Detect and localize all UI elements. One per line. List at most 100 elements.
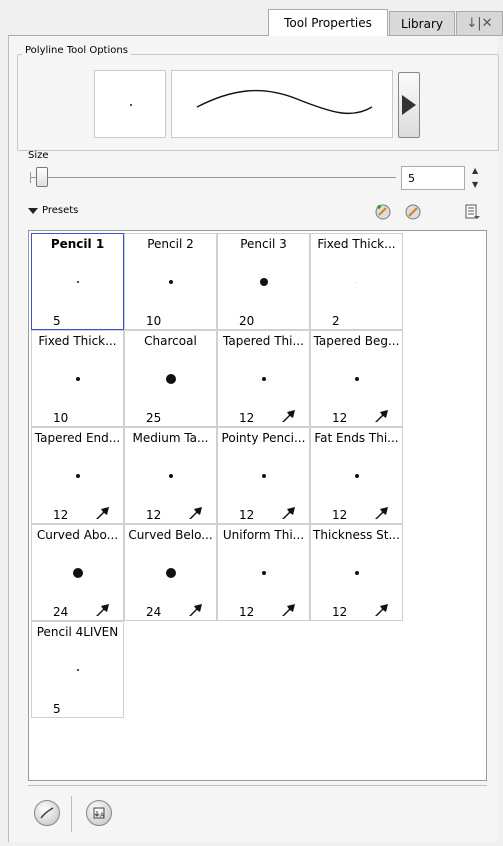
tip-preview-dot	[130, 104, 132, 106]
preset-size: 20	[239, 314, 255, 328]
preset-item[interactable]: Fixed Thick... 10	[31, 330, 124, 427]
preset-size: 25	[146, 411, 162, 425]
preset-item[interactable]: Tapered End... 12	[31, 427, 124, 524]
preset-name: Fat Ends Thi...	[314, 431, 399, 445]
spin-up-icon[interactable]: ▲	[472, 166, 478, 175]
preset-name: Fixed Thick...	[38, 334, 117, 348]
caret-down-icon	[28, 207, 38, 214]
preset-tip-dot	[261, 377, 266, 381]
presets-label: Presets	[42, 205, 79, 216]
preset-tip-dot	[354, 474, 359, 478]
size-field[interactable]: 5	[401, 166, 465, 190]
preset-item[interactable]: Medium Ta... 12	[124, 427, 217, 524]
preset-item[interactable]: Tapered Thi... 12	[217, 330, 310, 427]
size-slider-handle[interactable]	[36, 167, 48, 187]
preset-size: 12	[239, 508, 255, 522]
preset-size: 12	[239, 605, 255, 619]
preset-tip-dot	[168, 474, 173, 478]
stroke-preview	[171, 70, 393, 138]
preset-tip-dot	[259, 278, 268, 286]
presets-grid: Pencil 1 5 Pencil 2 10 Pencil 3 20 Fixed Thick…	[28, 230, 487, 781]
preset-item[interactable]: Tapered Beg... 12	[310, 330, 403, 427]
pressure-pen-icon	[375, 507, 388, 519]
preset-name: Pencil 4LIVEN	[36, 625, 119, 639]
preset-name: Fixed Thick...	[317, 237, 396, 251]
preset-item[interactable]: Fixed Thick... 2	[310, 233, 403, 330]
pressure-pen-icon	[375, 410, 388, 422]
preset-tip-dot	[165, 568, 176, 578]
preset-tip-dot	[76, 669, 79, 671]
preset-tip-dot	[76, 281, 79, 283]
presets-toggle[interactable]: Presets	[28, 205, 78, 216]
preset-item[interactable]: Pencil 4LIVEN 5	[31, 621, 124, 718]
preset-tip-dot	[261, 474, 266, 478]
preset-name: Pencil 2	[147, 237, 194, 251]
preset-size: 12	[332, 508, 348, 522]
preset-item[interactable]: Pencil 3 20	[217, 233, 310, 330]
preset-size: 24	[146, 605, 162, 619]
preset-tip-dot	[354, 571, 359, 575]
brush-stroke-icon[interactable]	[34, 800, 60, 826]
preset-item[interactable]: Pencil 1 5	[31, 233, 124, 330]
preset-size: 5	[53, 314, 61, 328]
preset-item[interactable]: Curved Belo... 24	[124, 524, 217, 621]
preset-item[interactable]: Pencil 2 10	[124, 233, 217, 330]
spin-down-icon[interactable]: ▼	[472, 180, 478, 189]
size-slider-track[interactable]	[30, 177, 396, 178]
preset-name: Thickness St...	[313, 528, 400, 542]
pressure-pen-icon	[282, 604, 295, 616]
preset-item[interactable]: Thickness St... 12	[310, 524, 403, 621]
pressure-pen-icon	[282, 410, 295, 422]
preset-name: Uniform Thi...	[222, 528, 305, 542]
preset-name: Pointy Penci...	[221, 431, 306, 445]
preset-item[interactable]: Uniform Thi... 12	[217, 524, 310, 621]
pressure-pen-icon	[282, 507, 295, 519]
preset-size: 12	[146, 508, 162, 522]
preset-item[interactable]: Fat Ends Thi... 12	[310, 427, 403, 524]
preset-tip-dot	[356, 281, 357, 283]
preset-size: 2	[332, 314, 340, 328]
pressure-pen-icon	[189, 604, 202, 616]
preset-tip-dot	[75, 377, 80, 381]
preset-size: 10	[53, 411, 69, 425]
preset-name: Curved Belo...	[128, 528, 213, 542]
preset-tip-dot	[168, 280, 173, 284]
tab-library[interactable]: Library	[389, 11, 455, 35]
preset-size: 12	[53, 508, 69, 522]
import-preset-icon[interactable]: A	[86, 800, 112, 826]
preset-name: Tapered Beg...	[313, 334, 400, 348]
pressure-pen-icon	[96, 604, 109, 616]
pressure-pen-icon	[96, 507, 109, 519]
group-title: Polyline Tool Options	[22, 45, 131, 56]
preset-name: Charcoal	[144, 334, 197, 348]
presets-menu-icon[interactable]	[463, 203, 481, 221]
tab-tool-properties[interactable]: Tool Properties	[268, 9, 388, 36]
tip-preview	[94, 70, 166, 138]
preset-name: Tapered Thi...	[223, 334, 304, 348]
size-label: Size	[28, 150, 49, 161]
preset-size: 10	[146, 314, 162, 328]
preset-tip-dot	[72, 568, 83, 578]
tab-bar: Tool Properties Library ↓|✕	[0, 0, 503, 36]
preset-name: Pencil 3	[240, 237, 287, 251]
toolbar-separator	[71, 796, 72, 832]
preset-tip-dot	[75, 474, 80, 478]
rename-preset-icon[interactable]	[404, 203, 422, 221]
new-preset-icon[interactable]	[374, 203, 392, 221]
preset-name: Medium Ta...	[132, 431, 209, 445]
preset-tip-dot	[165, 374, 176, 384]
preset-item[interactable]: Curved Abo... 24	[31, 524, 124, 621]
preset-item[interactable]: Pointy Penci... 12	[217, 427, 310, 524]
panel-controls[interactable]: ↓|✕	[456, 11, 503, 35]
preset-size: 24	[53, 605, 69, 619]
preset-size: 12	[332, 411, 348, 425]
preset-tip-dot	[354, 377, 359, 381]
preset-size: 5	[53, 702, 61, 716]
bottom-divider	[28, 785, 487, 786]
preset-name: Pencil 1	[50, 237, 105, 251]
preset-name: Curved Abo...	[36, 528, 119, 542]
expand-options-button[interactable]	[398, 72, 420, 138]
preset-item[interactable]: Charcoal 25	[124, 330, 217, 427]
pressure-pen-icon	[375, 604, 388, 616]
preset-tip-dot	[261, 571, 266, 575]
